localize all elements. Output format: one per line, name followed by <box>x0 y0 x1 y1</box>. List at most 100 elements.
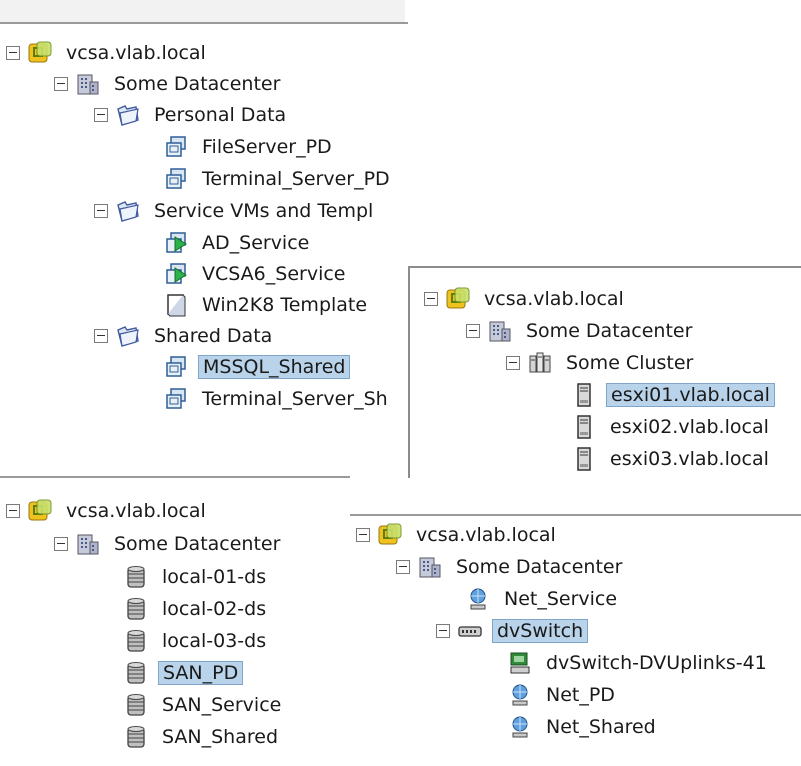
datastore-icon <box>124 693 148 717</box>
node-label: Terminal_Server_Sh <box>202 388 388 410</box>
vm-powered-on-icon <box>164 231 188 255</box>
tree-node-vm[interactable]: VCSA6_Service <box>164 259 349 289</box>
node-label: AD_Service <box>202 232 310 254</box>
tree-node-vcenter[interactable]: vcsa.vlab.local <box>6 38 210 68</box>
node-label: Win2K8 Template <box>202 294 368 316</box>
folder-icon <box>116 324 140 348</box>
node-label: VCSA6_Service <box>202 263 346 285</box>
vm-icon <box>164 167 188 191</box>
node-label: vcsa.vlab.local <box>66 42 206 64</box>
tree-node-datastore[interactable]: local-03-ds <box>124 626 270 656</box>
node-label: Shared Data <box>154 325 273 347</box>
tree-node-datacenter[interactable]: Some Datacenter <box>54 69 284 99</box>
storage-tree: vcsa.vlab.local Some Datacenter local-01… <box>0 476 350 766</box>
node-label: Service VMs and Templ <box>154 200 374 222</box>
node-label: Some Datacenter <box>114 533 281 555</box>
tree-node-datacenter[interactable]: Some Datacenter <box>396 552 626 582</box>
node-label: SAN_PD <box>158 661 244 685</box>
tree-node-folder[interactable]: Personal Data <box>94 100 290 130</box>
node-label: SAN_Shared <box>162 726 279 748</box>
tree-node-datastore[interactable]: local-01-ds <box>124 562 270 592</box>
node-label: dvSwitch-DVUplinks-41 <box>546 652 767 674</box>
tree-node-vcenter[interactable]: vcsa.vlab.local <box>356 520 560 550</box>
datastore-icon <box>124 597 148 621</box>
node-label: Some Datacenter <box>114 73 281 95</box>
tree-node-folder[interactable]: Service VMs and Templ <box>94 196 377 226</box>
tree-node-network[interactable]: Net_Service <box>466 584 621 614</box>
tree-node-datastore[interactable]: SAN_Shared <box>124 722 282 752</box>
network-tree: vcsa.vlab.local Some Datacenter Net_Serv… <box>350 514 801 766</box>
datacenter-icon <box>418 555 442 579</box>
tree-node-vcenter[interactable]: vcsa.vlab.local <box>424 284 628 314</box>
tree-node-host[interactable]: esxi03.vlab.local <box>572 444 773 474</box>
tree-node-vm[interactable]: Terminal_Server_Sh <box>164 384 392 414</box>
tree-node-host-selected[interactable]: esxi01.vlab.local <box>572 380 775 410</box>
collapse-toggle[interactable] <box>6 504 20 518</box>
host-icon <box>572 447 596 471</box>
node-label: Personal Data <box>154 104 287 126</box>
host-icon <box>572 383 596 407</box>
vcenter-server-icon <box>28 499 52 523</box>
network-icon <box>466 587 490 611</box>
cluster-icon <box>528 351 552 375</box>
template-icon <box>164 293 188 317</box>
tree-node-cluster[interactable]: Some Cluster <box>506 348 697 378</box>
tree-node-folder[interactable]: Shared Data <box>94 321 276 351</box>
node-label: vcsa.vlab.local <box>484 288 624 310</box>
collapse-toggle[interactable] <box>436 624 450 638</box>
collapse-toggle[interactable] <box>94 108 108 122</box>
folder-icon <box>116 199 140 223</box>
collapse-toggle[interactable] <box>396 560 410 574</box>
tree-node-vm-selected[interactable]: MSSQL_Shared <box>164 352 351 382</box>
vm-powered-on-icon <box>164 262 188 286</box>
collapse-toggle[interactable] <box>54 537 68 551</box>
toolbar-fragment <box>0 0 405 23</box>
tree-node-datastore-selected[interactable]: SAN_PD <box>124 658 244 688</box>
dvswitch-icon <box>458 619 482 643</box>
datacenter-icon <box>488 319 512 343</box>
datastore-icon <box>124 725 148 749</box>
vm-icon <box>164 355 188 379</box>
collapse-toggle[interactable] <box>94 204 108 218</box>
tree-node-template[interactable]: Win2K8 Template <box>164 290 371 320</box>
tree-node-vm[interactable]: AD_Service <box>164 228 313 258</box>
node-label: Net_Shared <box>546 716 656 738</box>
datastore-icon <box>124 661 148 685</box>
datacenter-icon <box>76 532 100 556</box>
collapse-toggle[interactable] <box>356 528 370 542</box>
node-label: Net_Service <box>504 588 618 610</box>
tree-node-datastore[interactable]: local-02-ds <box>124 594 270 624</box>
node-label: esxi02.vlab.local <box>610 416 769 438</box>
tree-node-uplink-portgroup[interactable]: dvSwitch-DVUplinks-41 <box>508 648 771 678</box>
tree-node-vm[interactable]: Terminal_Server_PD <box>164 164 394 194</box>
host-icon <box>572 415 596 439</box>
collapse-toggle[interactable] <box>6 46 20 60</box>
uplink-portgroup-icon <box>508 651 532 675</box>
portgroup-icon <box>508 715 532 739</box>
collapse-toggle[interactable] <box>54 77 68 91</box>
node-label: esxi03.vlab.local <box>610 448 769 470</box>
vm-icon <box>164 387 188 411</box>
tree-node-portgroup[interactable]: Net_PD <box>508 680 619 710</box>
tree-node-vcenter[interactable]: vcsa.vlab.local <box>6 496 210 526</box>
tree-node-datacenter[interactable]: Some Datacenter <box>466 316 696 346</box>
node-label: SAN_Service <box>162 694 282 716</box>
node-label: local-02-ds <box>162 598 267 620</box>
node-label: esxi01.vlab.local <box>606 383 775 407</box>
vcenter-server-icon <box>446 287 470 311</box>
collapse-toggle[interactable] <box>94 329 108 343</box>
collapse-toggle[interactable] <box>506 356 520 370</box>
node-label: Some Datacenter <box>526 320 693 342</box>
tree-node-dvswitch-selected[interactable]: dvSwitch <box>436 616 589 646</box>
node-label: Terminal_Server_PD <box>202 168 390 190</box>
node-label: Some Datacenter <box>456 556 623 578</box>
tree-node-portgroup[interactable]: Net_Shared <box>508 712 660 742</box>
tree-node-vm[interactable]: FileServer_PD <box>164 132 336 162</box>
collapse-toggle[interactable] <box>424 292 438 306</box>
collapse-toggle[interactable] <box>466 324 480 338</box>
tree-node-datastore[interactable]: SAN_Service <box>124 690 285 720</box>
node-label: vcsa.vlab.local <box>66 500 206 522</box>
tree-node-host[interactable]: esxi02.vlab.local <box>572 412 773 442</box>
host-cluster-tree: vcsa.vlab.local Some Datacenter Some Clu… <box>408 266 801 478</box>
tree-node-datacenter[interactable]: Some Datacenter <box>54 529 284 559</box>
